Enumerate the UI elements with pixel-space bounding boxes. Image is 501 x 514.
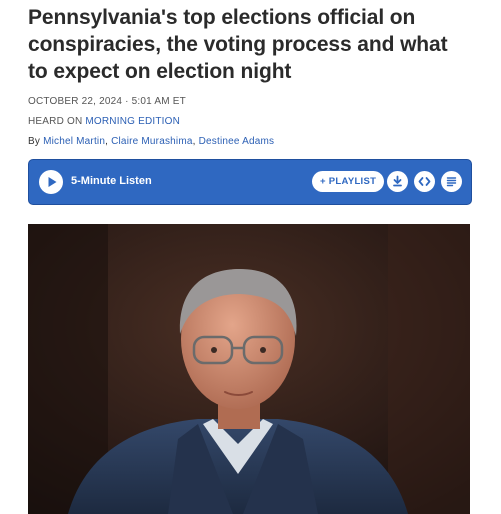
heard-on-prefix: Heard on — [28, 116, 83, 127]
transcript-icon — [446, 177, 457, 187]
play-button[interactable] — [39, 170, 63, 194]
download-icon — [393, 175, 402, 187]
listen-duration-label: 5-Minute Listen — [71, 175, 152, 187]
transcript-button[interactable] — [441, 171, 462, 192]
audio-player: 5-Minute Listen + PLAYLIST — [28, 159, 472, 205]
program-link[interactable]: Morning Edition — [85, 116, 180, 127]
embed-icon — [418, 177, 431, 186]
byline: By Michel Martin, Claire Murashima, Dest… — [28, 136, 274, 147]
add-to-playlist-button[interactable]: + PLAYLIST — [312, 171, 385, 192]
man-portrait-photo — [28, 224, 470, 514]
embed-button[interactable] — [414, 171, 435, 192]
author-link[interactable]: Destinee Adams — [199, 136, 275, 147]
author-link[interactable]: Claire Murashima — [111, 136, 193, 147]
download-button[interactable] — [387, 171, 408, 192]
byline-prefix: By — [28, 136, 41, 147]
portrait-illustration — [28, 224, 470, 514]
article-headline: Pennsylvania's top elections official on… — [28, 6, 448, 83]
play-icon — [48, 177, 57, 187]
heard-on: Heard on Morning Edition — [28, 116, 180, 127]
article-date: October 22, 2024 · 5:01 AM ET — [28, 96, 186, 107]
author-link[interactable]: Michel Martin — [43, 136, 105, 147]
